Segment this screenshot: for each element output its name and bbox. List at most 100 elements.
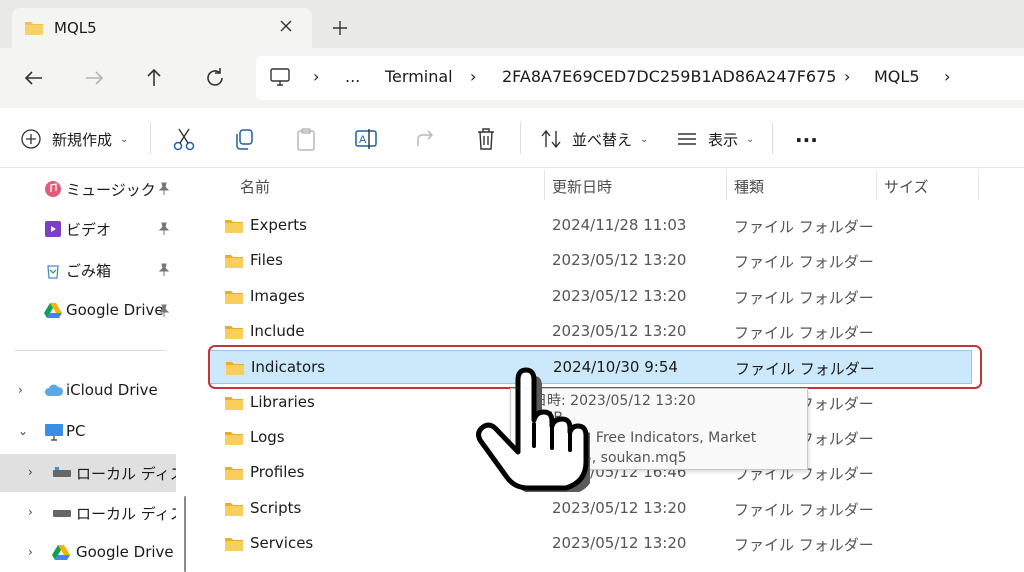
pin-icon[interactable] bbox=[157, 182, 171, 196]
chevron-down-icon: ⌄ bbox=[746, 133, 755, 145]
chevron-right-icon[interactable]: › bbox=[28, 465, 33, 479]
column-divider[interactable] bbox=[544, 170, 545, 200]
hand-cursor-icon bbox=[476, 367, 590, 492]
address-bar[interactable]: › ... Terminal › 2FA8A7E69CED7DC259B1AD8… bbox=[256, 56, 1024, 100]
breadcrumb-mql5[interactable]: MQL5 bbox=[874, 67, 920, 86]
pin-icon[interactable] bbox=[157, 263, 171, 277]
pc-icon bbox=[45, 424, 63, 441]
breadcrumb-terminal[interactable]: Terminal bbox=[385, 67, 453, 86]
sort-label: 並べ替え bbox=[572, 130, 633, 149]
sidebar-item-video[interactable]: ビデオ bbox=[0, 212, 176, 246]
sidebar-item-icloud-drive[interactable]: › iCloud Drive bbox=[0, 374, 176, 408]
column-header-date[interactable]: 更新日時 bbox=[552, 176, 612, 197]
google-drive-icon bbox=[44, 303, 62, 318]
file-name: Libraries bbox=[250, 393, 315, 411]
paste-icon[interactable] bbox=[294, 126, 318, 152]
cut-icon[interactable] bbox=[172, 126, 196, 152]
folder-icon bbox=[225, 538, 243, 551]
sidebar-item-label: ローカル ディスク ( bbox=[76, 505, 176, 523]
breadcrumb-hash-folder[interactable]: 2FA8A7E69CED7DC259B1AD86A247F675 bbox=[502, 67, 836, 86]
file-row[interactable]: Experts 2024/11/28 11:03 ファイル フォルダー bbox=[208, 209, 972, 243]
pin-icon[interactable] bbox=[157, 222, 171, 236]
sidebar-item-google-drive[interactable]: Google Drive bbox=[0, 294, 176, 328]
chevron-right-icon[interactable]: › bbox=[18, 383, 23, 397]
monitor-icon bbox=[270, 68, 290, 86]
sort-indicator-icon: ^ bbox=[384, 168, 394, 175]
folder-icon bbox=[225, 503, 243, 516]
sidebar-scrollbar[interactable] bbox=[184, 496, 186, 572]
chevron-down-icon: ⌄ bbox=[120, 133, 129, 145]
chevron-down-icon[interactable]: ⌄ bbox=[18, 424, 28, 438]
column-divider[interactable] bbox=[876, 170, 877, 200]
pin-icon[interactable] bbox=[157, 304, 171, 318]
new-button[interactable]: 新規作成 ⌄ bbox=[20, 126, 128, 152]
svg-text:A: A bbox=[359, 134, 367, 146]
sidebar-item-google-drive-drive[interactable]: › Google Drive ( bbox=[0, 536, 176, 570]
up-arrow-icon[interactable] bbox=[140, 64, 168, 92]
file-row[interactable]: Files 2023/05/12 13:20 ファイル フォルダー bbox=[208, 244, 972, 278]
file-name: Logs bbox=[250, 428, 285, 446]
delete-icon[interactable] bbox=[474, 126, 498, 152]
breadcrumb-chevron-icon[interactable]: › bbox=[470, 67, 476, 86]
highlight-box bbox=[208, 345, 982, 389]
more-options-icon[interactable]: ... bbox=[795, 122, 818, 148]
file-type: ファイル フォルダー bbox=[734, 324, 874, 342]
sidebar-item-label: ごみ箱 bbox=[66, 262, 112, 280]
sort-icon bbox=[541, 129, 561, 149]
chevron-right-icon[interactable]: › bbox=[28, 505, 33, 519]
plus-icon[interactable] bbox=[328, 16, 352, 40]
folder-icon bbox=[225, 255, 243, 268]
sidebar-item-label: iCloud Drive bbox=[66, 381, 158, 399]
column-header-name[interactable]: 名前 bbox=[240, 176, 270, 197]
tab-mql5[interactable]: MQL5 bbox=[12, 8, 312, 48]
command-bar: 新規作成 ⌄ A 並べ替え ⌄ 表示 ⌄ ... bbox=[0, 108, 1024, 168]
rename-icon[interactable]: A bbox=[354, 126, 378, 152]
file-type: ファイル フォルダー bbox=[734, 536, 874, 554]
column-divider[interactable] bbox=[726, 170, 727, 200]
sidebar-item-label: Google Drive bbox=[66, 301, 164, 319]
forward-arrow-icon[interactable] bbox=[80, 64, 108, 92]
share-icon[interactable] bbox=[414, 126, 438, 152]
close-icon[interactable] bbox=[274, 14, 298, 38]
folder-icon bbox=[225, 467, 243, 480]
file-row[interactable]: Services 2023/05/12 13:20 ファイル フォルダー bbox=[208, 527, 972, 561]
breadcrumb-chevron-icon[interactable]: › bbox=[313, 67, 319, 86]
google-drive-icon bbox=[52, 545, 70, 560]
file-name: Scripts bbox=[250, 499, 302, 517]
breadcrumb-chevron-icon[interactable]: › bbox=[944, 67, 950, 86]
back-arrow-icon[interactable] bbox=[20, 64, 48, 92]
divider bbox=[520, 122, 521, 154]
file-name: Images bbox=[250, 287, 305, 305]
new-label: 新規作成 bbox=[52, 130, 113, 149]
view-button[interactable]: 表示 ⌄ bbox=[676, 126, 754, 152]
sidebar-item-local-disk-d[interactable]: › ローカル ディスク ( bbox=[0, 496, 176, 530]
title-bar: MQL5 bbox=[0, 0, 1024, 48]
breadcrumb-more[interactable]: ... bbox=[345, 67, 360, 86]
column-divider[interactable] bbox=[978, 170, 979, 200]
video-icon bbox=[45, 221, 61, 237]
copy-icon[interactable] bbox=[232, 126, 256, 152]
sidebar-item-recycle-bin[interactable]: ごみ箱 bbox=[0, 253, 176, 287]
breadcrumb-chevron-icon[interactable]: › bbox=[844, 67, 850, 86]
sidebar-item-local-disk-c[interactable]: › ローカル ディスク ( bbox=[0, 454, 176, 492]
file-date: 2023/05/12 13:20 bbox=[552, 499, 687, 517]
file-date: 2023/05/12 13:20 bbox=[552, 322, 687, 340]
sidebar-item-label: PC bbox=[66, 422, 86, 440]
file-type: ファイル フォルダー bbox=[734, 253, 874, 271]
folder-icon bbox=[225, 291, 243, 304]
folder-icon bbox=[225, 432, 243, 445]
navigation-pane: ミュージック ビデオ ごみ箱 Google Drive › iCloud Dri… bbox=[0, 168, 186, 572]
sidebar-item-label: ミュージック bbox=[66, 181, 156, 199]
file-row[interactable]: Images 2023/05/12 13:20 ファイル フォルダー bbox=[208, 280, 972, 314]
refresh-icon[interactable] bbox=[201, 64, 229, 92]
sidebar-item-pc[interactable]: ⌄ PC bbox=[0, 415, 176, 449]
file-row[interactable]: Include 2023/05/12 13:20 ファイル フォルダー bbox=[208, 315, 972, 349]
file-row[interactable]: Scripts 2023/05/12 13:20 ファイル フォルダー bbox=[208, 492, 972, 526]
file-name: Profiles bbox=[250, 463, 305, 481]
file-name: Files bbox=[250, 251, 283, 269]
chevron-right-icon[interactable]: › bbox=[28, 545, 33, 559]
sort-button[interactable]: 並べ替え ⌄ bbox=[540, 126, 648, 152]
column-header-type[interactable]: 種類 bbox=[734, 176, 764, 197]
sidebar-item-music[interactable]: ミュージック bbox=[0, 172, 176, 206]
column-header-size[interactable]: サイズ bbox=[884, 176, 929, 197]
